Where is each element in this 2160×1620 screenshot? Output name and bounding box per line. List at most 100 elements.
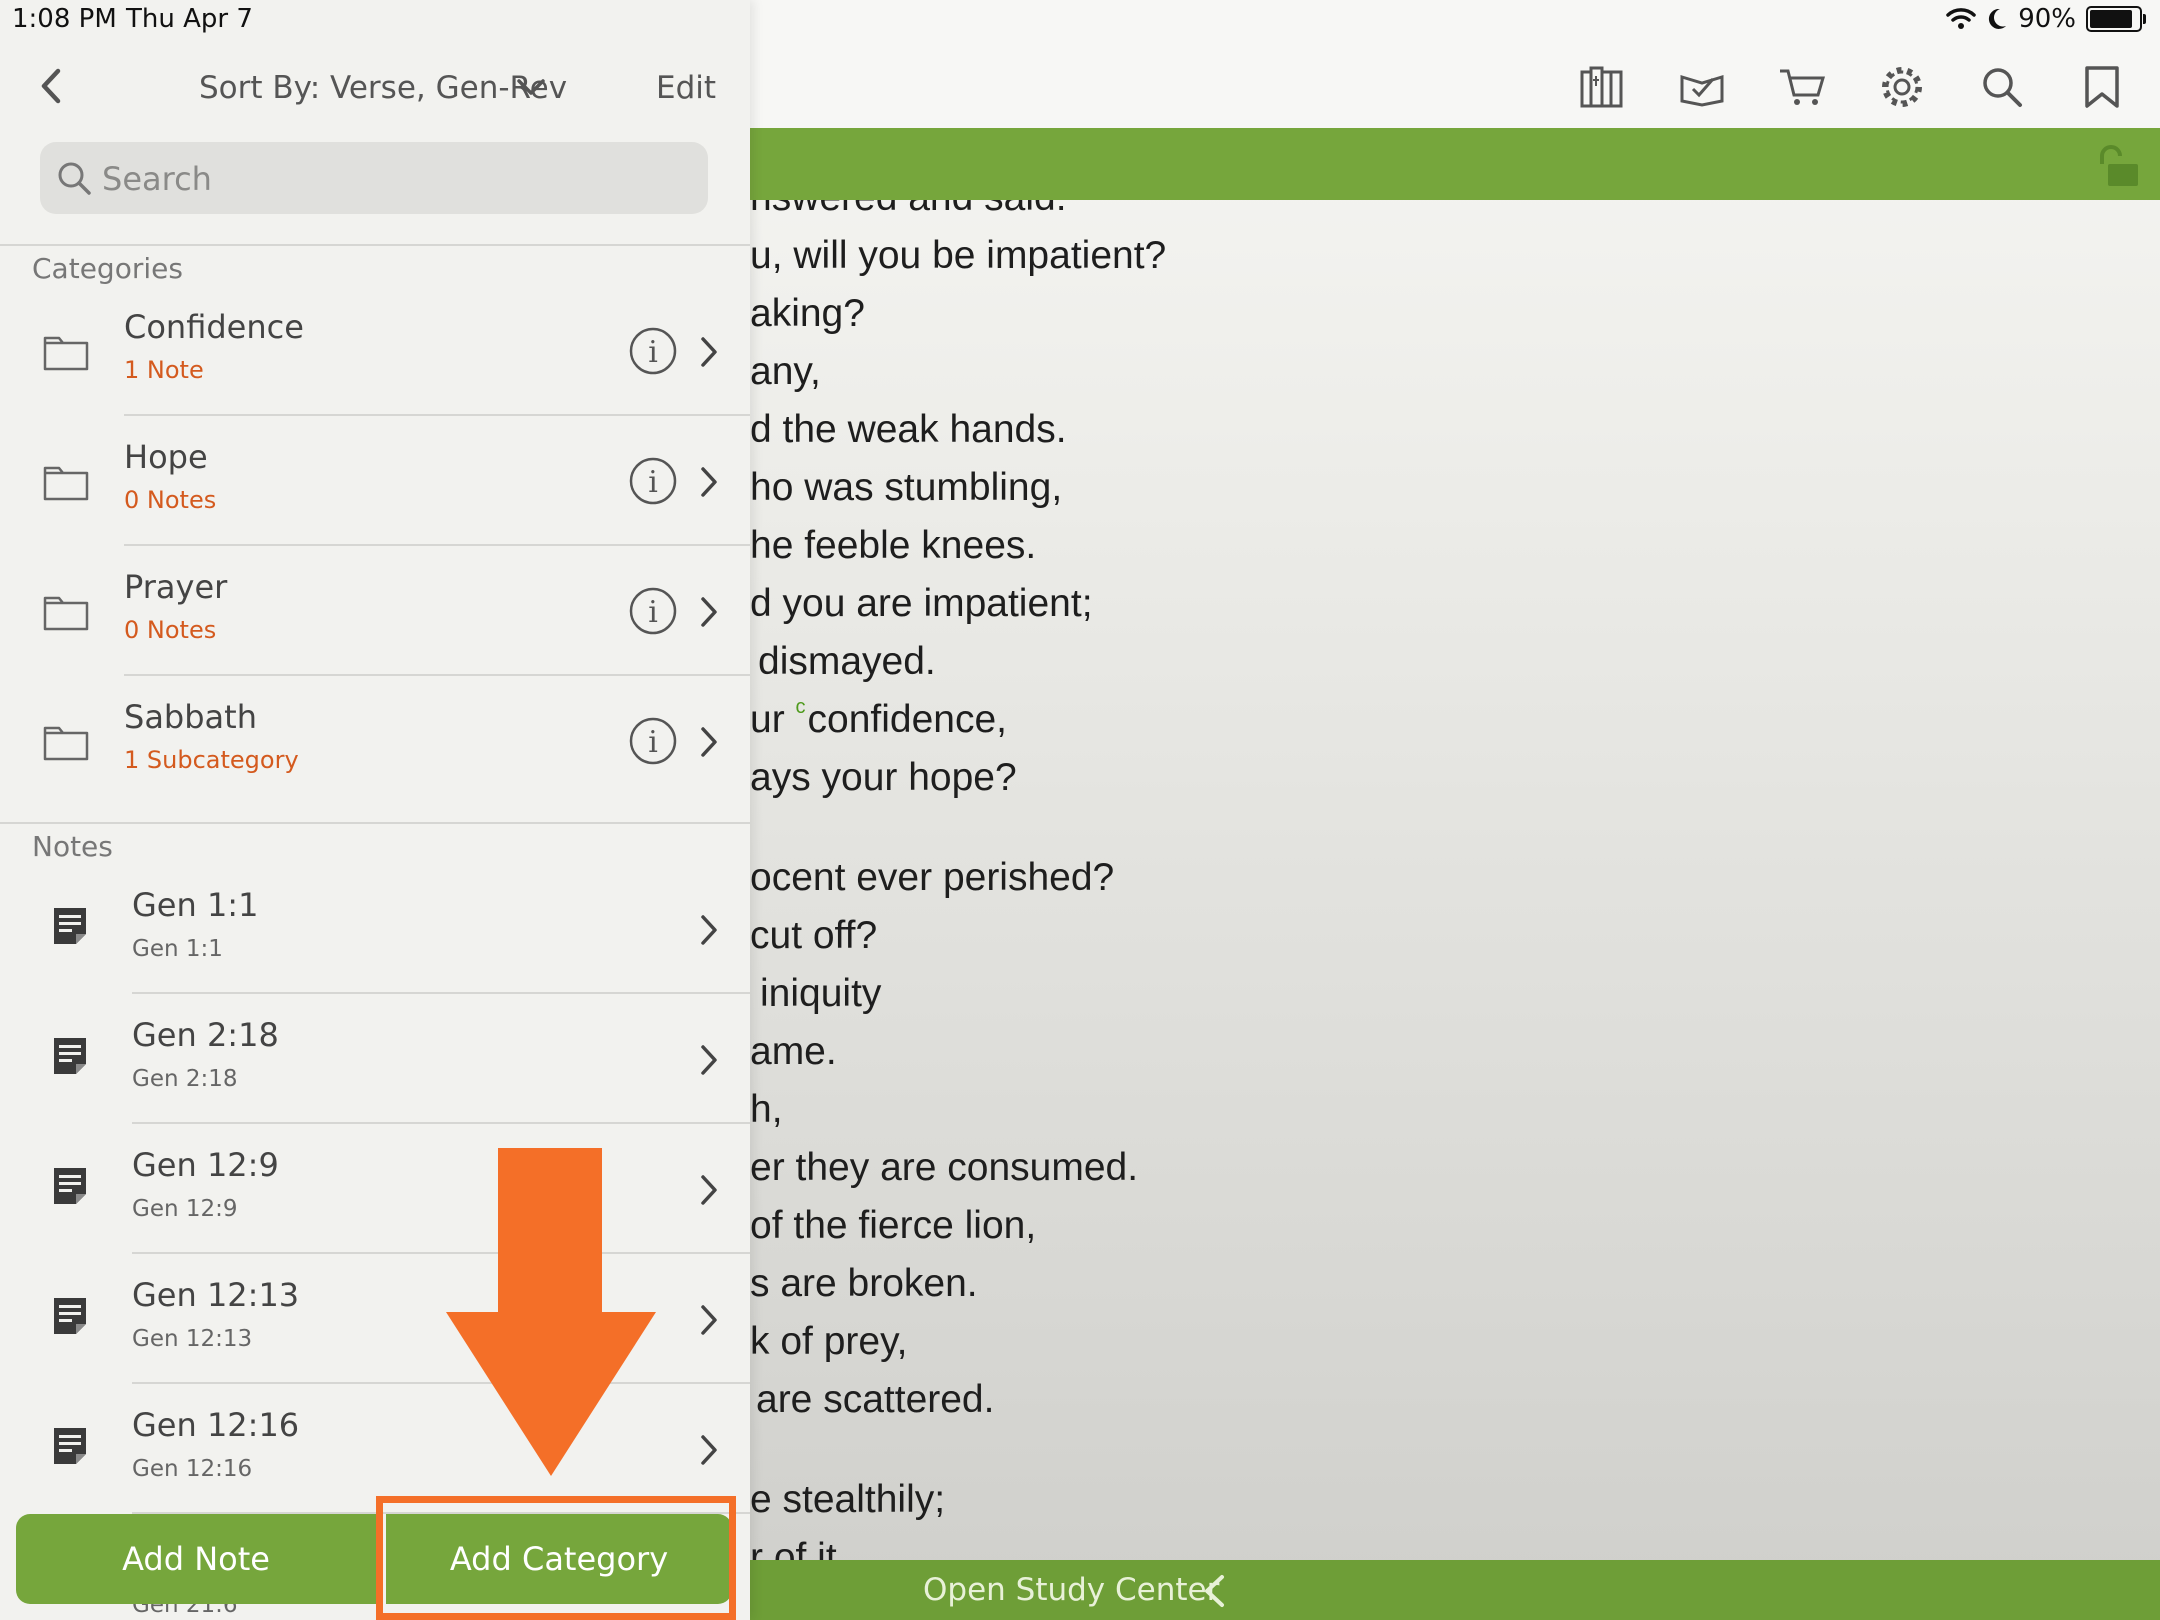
chevron-left-icon[interactable] <box>1202 1574 1226 1608</box>
verse-line: ays your hope? <box>750 756 1017 799</box>
categories-header: Categories <box>32 252 183 285</box>
reader-title-bar <box>750 128 2160 200</box>
category-title: Hope <box>124 438 208 476</box>
note-row[interactable]: Gen 2:18 Gen 2:18 <box>0 994 750 1124</box>
svg-text:i: i <box>648 465 658 500</box>
footnote-marker[interactable]: c <box>796 696 806 718</box>
folder-icon <box>43 726 89 761</box>
chevron-right-icon[interactable] <box>698 1304 720 1336</box>
folder-icon <box>43 466 89 501</box>
category-row-confidence[interactable]: Confidence 1 Note i <box>0 286 750 416</box>
status-bar: 1:08 PM Thu Apr 7 90% <box>0 0 2160 40</box>
battery-icon <box>2086 6 2146 32</box>
chevron-right-icon[interactable] <box>698 1044 720 1076</box>
verse-line: any, <box>750 350 821 393</box>
verse-line: nswered and said: <box>750 200 1067 220</box>
open-study-center-bar[interactable]: Open Study Center <box>750 1560 2160 1620</box>
verse-line: dismayed. <box>758 640 936 683</box>
verse-line: u, will you be impatient? <box>750 234 1167 277</box>
verse-line: h, <box>750 1088 783 1131</box>
note-title: Gen 12:9 <box>132 1146 279 1184</box>
category-row-prayer[interactable]: Prayer 0 Notes i <box>0 546 750 676</box>
note-reference: Gen 12:9 <box>132 1196 238 1222</box>
search-icon <box>58 162 91 195</box>
sort-by-menu[interactable]: Sort By: Verse, Gen-Rev <box>199 70 567 106</box>
verse-line: d the weak hands. <box>750 408 1067 451</box>
note-reference: Gen 1:1 <box>132 936 223 962</box>
note-icon <box>54 1168 86 1204</box>
info-icon[interactable]: i <box>628 326 678 376</box>
moon-icon <box>1989 8 2007 29</box>
category-count: 0 Notes <box>124 486 217 514</box>
bookmark-icon[interactable] <box>2070 55 2134 119</box>
note-title: Gen 12:13 <box>132 1276 300 1314</box>
svg-text:i: i <box>648 725 658 760</box>
edit-button[interactable]: Edit <box>656 70 716 106</box>
back-chevron-icon[interactable] <box>34 66 70 106</box>
chevron-right-icon[interactable] <box>698 726 720 758</box>
verse-line: aking? <box>750 292 865 335</box>
verse-line: r of it <box>750 1536 837 1560</box>
info-icon[interactable]: i <box>628 456 678 506</box>
verse-line: cut off? <box>750 914 878 957</box>
chevron-right-icon[interactable] <box>698 1434 720 1466</box>
verse-line: s are broken. <box>750 1262 978 1305</box>
category-row-hope[interactable]: Hope 0 Notes i <box>0 416 750 546</box>
note-title: Gen 1:1 <box>132 886 259 924</box>
note-icon <box>54 1038 86 1074</box>
chevron-right-icon[interactable] <box>698 914 720 946</box>
highlight-box-annotation <box>376 1496 736 1620</box>
category-title: Confidence <box>124 308 304 346</box>
folder-icon <box>43 596 89 631</box>
svg-text:i: i <box>648 595 658 630</box>
status-date: Thu Apr 7 <box>126 4 253 34</box>
chevron-right-icon[interactable] <box>698 596 720 628</box>
divider <box>0 244 750 246</box>
search-input[interactable] <box>100 142 694 216</box>
verse-line: are scattered. <box>756 1378 995 1421</box>
chevron-down-icon[interactable] <box>516 78 546 98</box>
verse-line: iniquity <box>760 972 882 1015</box>
note-reference: Gen 12:13 <box>132 1326 253 1352</box>
info-icon[interactable]: i <box>628 586 678 636</box>
library-icon[interactable] <box>1570 55 1634 119</box>
add-note-button[interactable]: Add Note <box>16 1514 376 1604</box>
open-study-center-label[interactable]: Open Study Center <box>923 1572 1219 1608</box>
category-count: 1 Subcategory <box>124 746 299 774</box>
arrow-down-annotation <box>446 1148 656 1476</box>
category-row-sabbath[interactable]: Sabbath 1 Subcategory i <box>0 676 750 806</box>
note-title: Gen 12:16 <box>132 1406 300 1444</box>
verse-line: ame. <box>750 1030 837 1073</box>
battery-percent: 90% <box>2018 4 2076 34</box>
folder-icon <box>43 336 89 371</box>
verse-line: k of prey, <box>750 1320 908 1363</box>
scripture-text: nswered and said: u, will you be impatie… <box>750 200 2160 1560</box>
notes-header: Notes <box>32 830 113 863</box>
divider <box>0 822 750 824</box>
note-icon <box>54 908 86 944</box>
verse-line-start: ur <box>750 698 796 741</box>
search-field[interactable] <box>40 142 708 216</box>
cart-icon[interactable] <box>1770 55 1834 119</box>
note-title: Gen 2:18 <box>132 1016 279 1054</box>
verse-line: of the fierce lion, <box>750 1204 1037 1247</box>
note-row[interactable]: Gen 1:1 Gen 1:1 <box>0 864 750 994</box>
verse-line: e stealthily; <box>750 1478 946 1521</box>
verse-line: he feeble knees. <box>750 524 1037 567</box>
status-right: 90% <box>1946 4 2146 34</box>
unlock-icon[interactable] <box>2094 144 2142 188</box>
wifi-icon <box>1946 8 1976 29</box>
note-reference: Gen 2:18 <box>132 1066 238 1092</box>
chevron-right-icon[interactable] <box>698 336 720 368</box>
svg-text:i: i <box>648 335 658 370</box>
category-title: Sabbath <box>124 698 257 736</box>
search-icon[interactable] <box>1970 55 2034 119</box>
note-reference: Gen 12:16 <box>132 1456 253 1482</box>
verse-word: confidence, <box>807 698 1007 741</box>
reading-plan-icon[interactable] <box>1670 55 1734 119</box>
info-icon[interactable]: i <box>628 716 678 766</box>
chevron-right-icon[interactable] <box>698 466 720 498</box>
note-icon <box>54 1298 86 1334</box>
chevron-right-icon[interactable] <box>698 1174 720 1206</box>
settings-gear-icon[interactable] <box>1870 55 1934 119</box>
